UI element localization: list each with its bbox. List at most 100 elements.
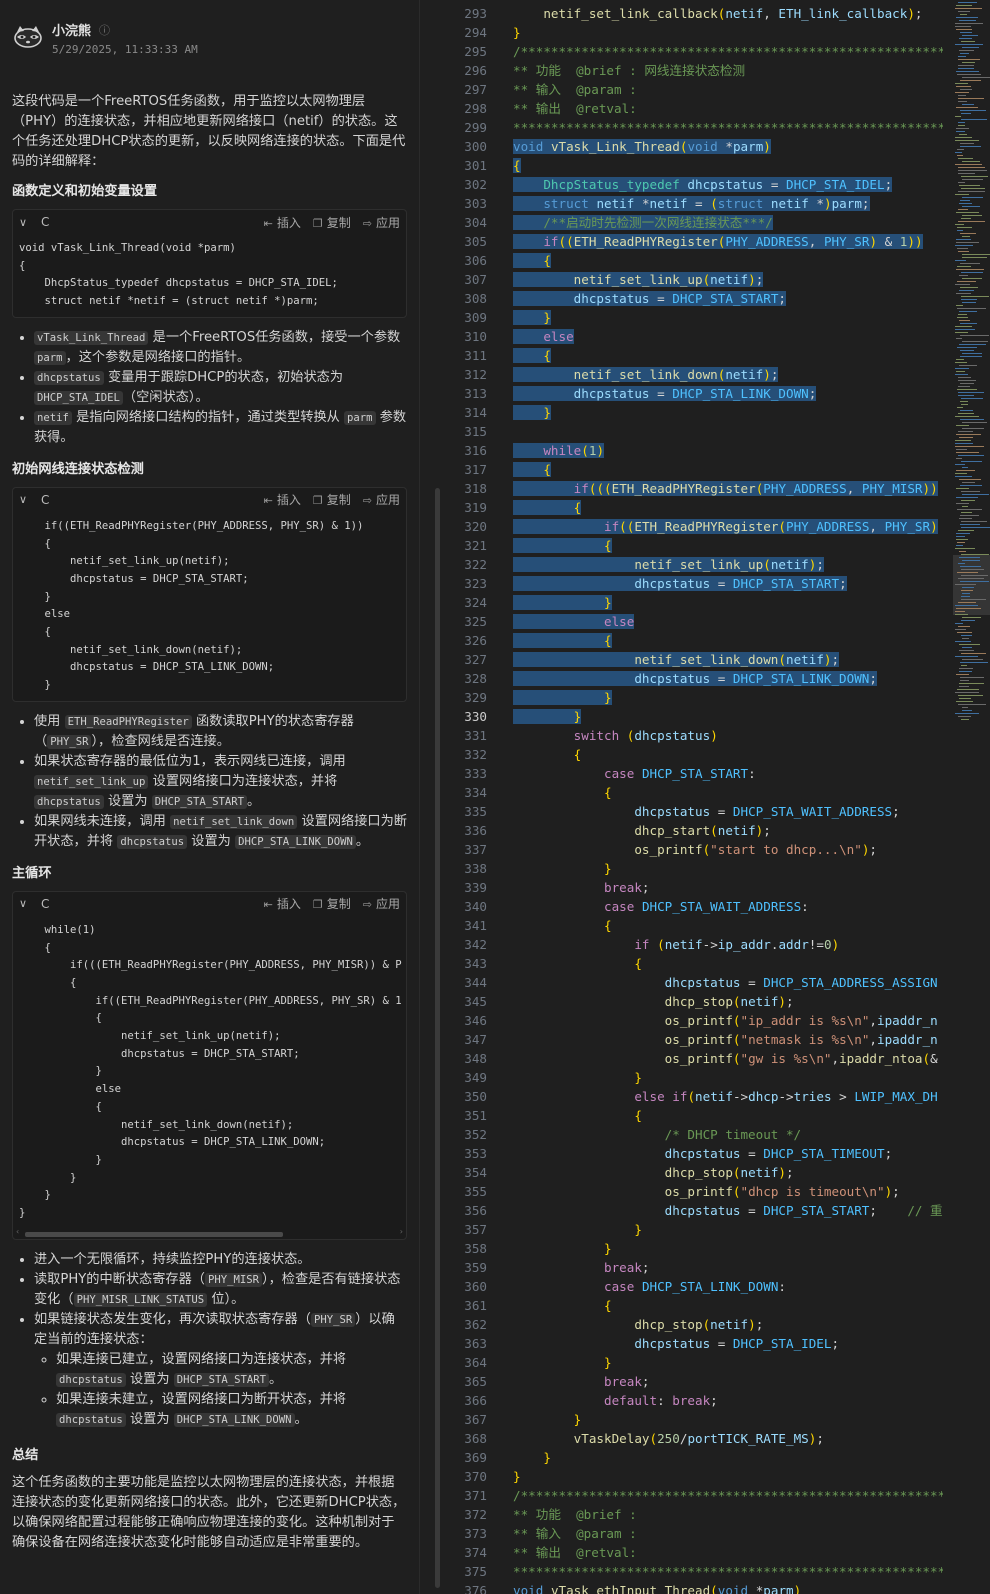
scrollbar-thumb[interactable] [25, 1231, 283, 1237]
code-line[interactable]: ** 输出 @retval: [513, 99, 637, 118]
apply-button[interactable]: ⇨ 应用 [363, 214, 400, 231]
scroll-right-icon[interactable]: › [400, 1227, 403, 1236]
code-content[interactable]: void vTask_Link_Thread(void *parm) { Dhc… [13, 234, 406, 317]
code-line[interactable]: { [513, 1296, 612, 1315]
code-line[interactable]: else [513, 327, 574, 346]
insert-button[interactable]: ⇤ 插入 [264, 214, 301, 231]
info-icon[interactable]: ⓘ [99, 22, 110, 38]
code-line[interactable]: } [513, 1448, 551, 1467]
code-line[interactable]: dhcpstatus = DHCP_STA_ADDRESS_ASSIGN [513, 973, 938, 992]
code-line[interactable]: { [513, 156, 521, 175]
code-line[interactable]: } [513, 859, 612, 878]
code-line[interactable]: } [513, 1068, 642, 1087]
collapse-chevron-icon[interactable]: ∨ [19, 493, 35, 506]
code-content[interactable]: while(1) { if(((ETH_ReadPHYRegister(PHY_… [13, 916, 406, 1229]
code-line[interactable]: { [513, 251, 551, 270]
apply-button[interactable]: ⇨ 应用 [363, 895, 400, 912]
code-line[interactable]: dhcpstatus = DHCP_STA_START; // 重 [513, 1201, 943, 1220]
code-line[interactable]: break; [513, 1372, 650, 1391]
code-line[interactable]: } [513, 308, 551, 327]
insert-button[interactable]: ⇤ 插入 [264, 895, 301, 912]
code-line[interactable]: DhcpStatus_typedef dhcpstatus = DHCP_STA… [513, 175, 893, 194]
code-line[interactable]: dhcpstatus = DHCP_STA_WAIT_ADDRESS; [513, 802, 899, 821]
code-line[interactable]: { [513, 783, 612, 802]
code-line[interactable]: } [513, 1353, 612, 1372]
code-line[interactable]: netif_set_link_down(netif); [513, 365, 779, 384]
code-line[interactable]: { [513, 954, 642, 973]
minimap-slider[interactable] [953, 555, 990, 615]
code-line[interactable]: if (netif->ip_addr.addr!=0) [513, 935, 839, 954]
code-line[interactable]: { [513, 631, 612, 650]
code-line[interactable]: ****************************************… [513, 118, 943, 137]
code-line[interactable]: dhcpstatus = DHCP_STA_LINK_DOWN; [513, 384, 817, 403]
code-line[interactable]: switch (dhcpstatus) [513, 726, 718, 745]
collapse-chevron-icon[interactable]: ∨ [19, 216, 35, 229]
code-line[interactable]: void vTask_Link_Thread(void *parm) [513, 137, 771, 156]
chat-scrollbar-thumb[interactable] [435, 488, 440, 1588]
code-line[interactable]: os_printf("dhcp is timeout\n"); [513, 1182, 900, 1201]
code-line[interactable]: /**启动时先检测一次网线连接状态***/ [513, 213, 773, 232]
collapse-chevron-icon[interactable]: ∨ [19, 897, 35, 910]
code-horizontal-scrollbar[interactable]: ‹ › [13, 1227, 406, 1239]
copy-button[interactable]: ❐ 复制 [313, 491, 351, 508]
code-line[interactable]: { [513, 498, 582, 517]
code-line[interactable]: struct netif *netif = (struct netif *)pa… [513, 194, 870, 213]
code-line[interactable]: dhcp_stop(netif); [513, 1163, 794, 1182]
code-line[interactable]: } [513, 1410, 582, 1429]
code-line[interactable]: netif_set_link_up(netif); [513, 270, 764, 289]
code-line[interactable]: { [513, 460, 551, 479]
code-line[interactable]: else if(netif->dhcp->tries > LWIP_MAX_DH [513, 1087, 937, 1106]
code-line[interactable]: { [513, 916, 612, 935]
apply-button[interactable]: ⇨ 应用 [363, 491, 400, 508]
code-line[interactable]: if((ETH_ReadPHYRegister(PHY_ADDRESS, PHY… [513, 517, 938, 536]
code-line[interactable]: } [513, 593, 612, 612]
code-line[interactable]: } [513, 688, 612, 707]
code-line[interactable]: os_printf("ip_addr is %s\n",ipaddr_n [513, 1011, 938, 1030]
code-line[interactable]: netif_set_link_callback(netif, ETH_link_… [513, 4, 922, 23]
code-line[interactable]: { [513, 346, 551, 365]
code-line[interactable]: { [513, 745, 582, 764]
code-line[interactable]: } [513, 23, 521, 42]
code-line[interactable]: else [513, 612, 635, 631]
code-line[interactable]: /***************************************… [513, 42, 943, 61]
code-line[interactable]: /* DHCP timeout */ [513, 1125, 801, 1144]
code-line[interactable]: } [513, 1220, 642, 1239]
code-line[interactable]: /***************************************… [513, 1486, 943, 1505]
code-line[interactable]: ****************************************… [513, 1562, 943, 1581]
insert-button[interactable]: ⇤ 插入 [264, 491, 301, 508]
code-line[interactable]: { [513, 1106, 642, 1125]
chat-scrollbar[interactable] [434, 0, 441, 1594]
code-content[interactable]: if((ETH_ReadPHYRegister(PHY_ADDRESS, PHY… [13, 512, 406, 701]
code-line[interactable]: break; [513, 878, 650, 897]
code-line[interactable]: case DHCP_STA_LINK_DOWN: [513, 1277, 786, 1296]
code-line[interactable]: } [513, 1467, 521, 1486]
code-line[interactable]: ** 输出 @retval: [513, 1543, 637, 1562]
code-line[interactable]: if(((ETH_ReadPHYRegister(PHY_ADDRESS, PH… [513, 479, 938, 498]
code-line[interactable]: dhcp_start(netif); [513, 821, 771, 840]
copy-button[interactable]: ❐ 复制 [313, 214, 351, 231]
code-line[interactable]: break; [513, 1258, 650, 1277]
code-line[interactable]: netif_set_link_down(netif); [513, 650, 840, 669]
code-line[interactable]: void vTask_ethInput_Thread(void *parm) [513, 1581, 801, 1594]
scroll-left-icon[interactable]: ‹ [16, 1227, 19, 1236]
code-line[interactable]: } [513, 403, 551, 422]
code-line[interactable]: ** 功能 @brief : [513, 1505, 637, 1524]
code-line[interactable]: case DHCP_STA_START: [513, 764, 756, 783]
code-editor[interactable]: 293 netif_set_link_callback(netif, ETH_l… [441, 0, 943, 1594]
code-line[interactable]: vTaskDelay(250/portTICK_RATE_MS); [513, 1429, 824, 1448]
code-line[interactable]: while(1) [513, 441, 605, 460]
code-line[interactable]: os_printf("start to dhcp...\n"); [513, 840, 877, 859]
code-line[interactable]: dhcpstatus = DHCP_STA_TIMEOUT; [513, 1144, 893, 1163]
code-line[interactable]: if((ETH_ReadPHYRegister(PHY_ADDRESS, PHY… [513, 232, 923, 251]
code-line[interactable]: dhcpstatus = DHCP_STA_IDEL; [513, 1334, 839, 1353]
code-line[interactable]: } [513, 707, 582, 726]
code-line[interactable]: dhcp_stop(netif); [513, 1315, 763, 1334]
code-line[interactable]: case DHCP_STA_WAIT_ADDRESS: [513, 897, 809, 916]
code-line[interactable]: dhcpstatus = DHCP_STA_START; [513, 289, 786, 308]
code-line[interactable]: ** 输入 @param : [513, 80, 637, 99]
code-line[interactable]: dhcpstatus = DHCP_STA_LINK_DOWN; [513, 669, 877, 688]
code-line[interactable]: { [513, 536, 612, 555]
code-line[interactable]: ** 功能 @brief : 网线连接状态检测 [513, 61, 745, 80]
code-line[interactable]: netif_set_link_up(netif); [513, 555, 824, 574]
code-line[interactable]: default: break; [513, 1391, 718, 1410]
